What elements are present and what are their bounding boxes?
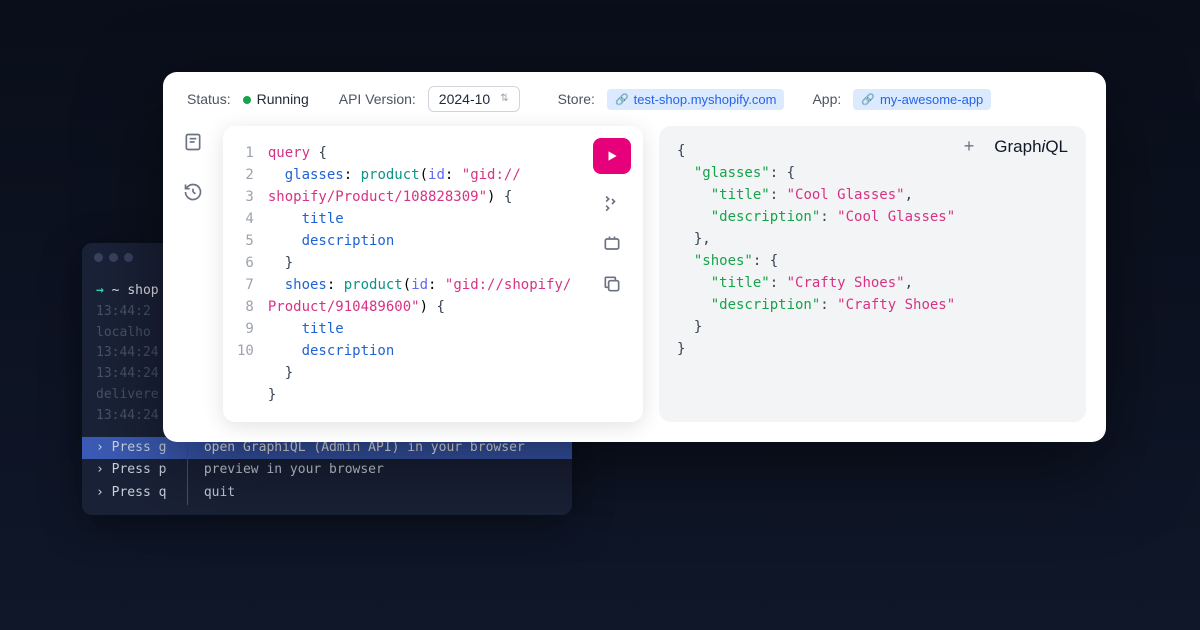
- status-dot-icon: [243, 96, 251, 104]
- shortcut-row[interactable]: › Press q quit: [82, 482, 572, 505]
- card-header: Status: Running API Version: 2024-10 ⇅ S…: [163, 72, 1106, 126]
- status-label: Status:: [187, 91, 231, 107]
- api-version-label: API Version:: [339, 91, 416, 107]
- line-gutter: 12345678910: [237, 142, 258, 406]
- query-code[interactable]: query { glasses: product(id: "gid:// sho…: [268, 142, 571, 406]
- store-link[interactable]: 🔗 test-shop.myshopify.com: [607, 89, 785, 110]
- api-version-select[interactable]: 2024-10 ⇅: [428, 86, 520, 112]
- merge-icon[interactable]: [602, 234, 622, 254]
- run-button[interactable]: [593, 138, 631, 174]
- graphiql-logo: GraphiQL: [994, 137, 1068, 157]
- window-dot: [94, 253, 103, 262]
- link-icon: 🔗: [615, 93, 629, 106]
- graphiql-card: Status: Running API Version: 2024-10 ⇅ S…: [163, 72, 1106, 442]
- left-rail: [183, 126, 207, 422]
- copy-icon[interactable]: [602, 274, 622, 294]
- window-dot: [124, 253, 133, 262]
- window-dot: [109, 253, 118, 262]
- app-label: App:: [812, 91, 841, 107]
- shortcut-row[interactable]: › Press p preview in your browser: [82, 459, 572, 482]
- link-icon: 🔗: [861, 93, 875, 106]
- chevron-updown-icon: ⇅: [500, 94, 508, 104]
- add-tab-button[interactable]: +: [964, 136, 975, 157]
- prettify-icon[interactable]: [602, 194, 622, 214]
- store-label: Store:: [558, 91, 595, 107]
- results-panel: + GraphiQL { "glasses": { "title": "Cool…: [659, 126, 1086, 422]
- status-value: Running: [243, 91, 309, 107]
- query-editor[interactable]: 12345678910 query { glasses: product(id:…: [223, 126, 643, 422]
- app-link[interactable]: 🔗 my-awesome-app: [853, 89, 991, 110]
- docs-icon[interactable]: [183, 132, 203, 152]
- response-json: { "glasses": { "title": "Cool Glasses", …: [677, 140, 1068, 360]
- history-icon[interactable]: [183, 182, 203, 202]
